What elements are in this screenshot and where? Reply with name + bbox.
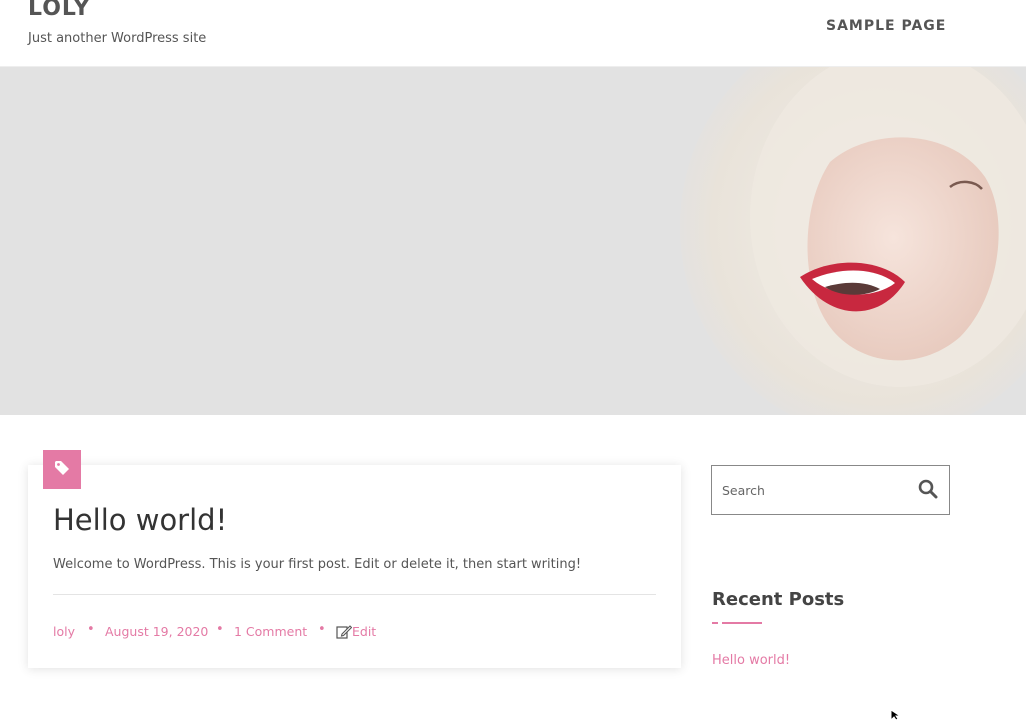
meta-separator: • — [318, 622, 326, 637]
search-icon — [918, 479, 938, 503]
post-author-link[interactable]: loly — [53, 624, 75, 639]
tag-icon — [54, 460, 70, 480]
post-format-badge — [43, 450, 81, 489]
meta-separator: • — [216, 622, 224, 637]
post-title[interactable]: Hello world! — [53, 503, 227, 537]
recent-posts-title: Recent Posts — [712, 589, 845, 610]
edit-icon[interactable] — [336, 625, 353, 642]
site-title[interactable]: LOLY — [28, 0, 90, 21]
hero-image — [0, 67, 1026, 415]
mouse-cursor-icon — [890, 706, 902, 725]
post-date-link[interactable]: August 19, 2020 — [105, 624, 208, 639]
site-tagline: Just another WordPress site — [28, 31, 207, 46]
search-button[interactable] — [916, 479, 940, 503]
widget-title-underline — [722, 622, 762, 624]
site-header: LOLY Just another WordPress site SAMPLE … — [0, 0, 1026, 67]
hero-photo-illustration — [0, 67, 1026, 415]
post-divider — [53, 594, 656, 595]
search-input[interactable] — [722, 480, 902, 500]
search-form — [711, 465, 950, 515]
post-excerpt: Welcome to WordPress. This is your first… — [53, 557, 582, 572]
recent-post-link[interactable]: Hello world! — [712, 653, 790, 668]
post-edit-link[interactable]: Edit — [352, 624, 376, 639]
post-comments-link[interactable]: 1 Comment — [234, 624, 307, 639]
meta-separator: • — [87, 622, 95, 637]
widget-title-underline — [712, 622, 718, 624]
nav-item-sample-page[interactable]: SAMPLE PAGE — [826, 18, 946, 34]
